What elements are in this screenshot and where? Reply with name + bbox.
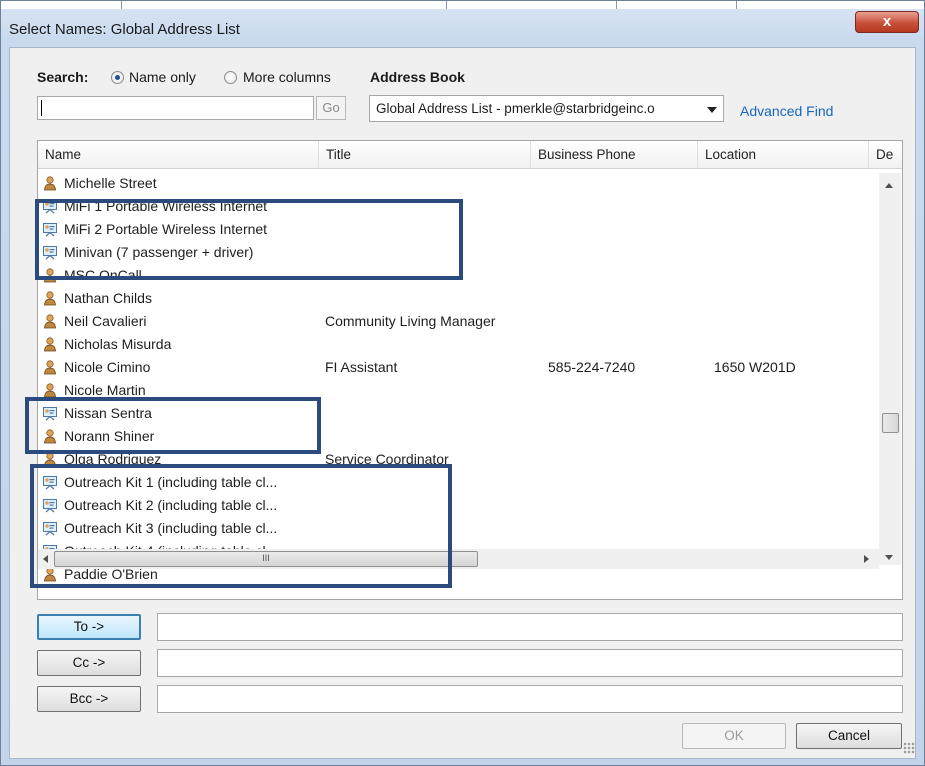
radio-name-only-label[interactable]: Name only bbox=[129, 69, 196, 85]
row-name: Neil Cavalieri bbox=[64, 313, 147, 329]
column-header-title[interactable]: Title bbox=[319, 141, 531, 168]
list-item[interactable]: Neil Cavalieri Community Living Manager bbox=[38, 310, 878, 333]
bcc-field[interactable] bbox=[157, 685, 903, 713]
list-item[interactable]: Nicole Cimino FI Assistant 585-224-7240 165… bbox=[38, 356, 878, 379]
column-header-business-phone[interactable]: Business Phone bbox=[531, 141, 698, 168]
row-title: Community Living Manager bbox=[325, 313, 496, 329]
address-book-selected: Global Address List - pmerkle@starbridge… bbox=[376, 101, 655, 116]
list-item[interactable]: Nicholas Misurda bbox=[38, 333, 878, 356]
cancel-button[interactable]: Cancel bbox=[796, 723, 902, 749]
row-title: FI Assistant bbox=[325, 359, 398, 375]
bcc-button[interactable]: Bcc -> bbox=[37, 686, 141, 712]
highlight-box-nissan-norann bbox=[25, 397, 321, 454]
radio-name-only[interactable] bbox=[111, 71, 124, 84]
row-name: Nicole Cimino bbox=[64, 359, 151, 375]
scroll-right-icon[interactable] bbox=[864, 555, 869, 563]
person-contact-icon bbox=[42, 176, 58, 191]
select-names-dialog: Select Names: Global Address List x Sear… bbox=[0, 0, 925, 766]
vertical-scrollbar[interactable] bbox=[879, 173, 901, 565]
go-button[interactable]: Go bbox=[316, 96, 346, 120]
cc-button[interactable]: Cc -> bbox=[37, 650, 141, 676]
person-contact-icon bbox=[42, 360, 58, 375]
title-bar[interactable]: Select Names: Global Address List x bbox=[1, 1, 924, 41]
person-contact-icon bbox=[42, 291, 58, 306]
column-header-department[interactable]: De bbox=[869, 141, 902, 168]
address-book-dropdown[interactable]: Global Address List - pmerkle@starbridge… bbox=[369, 95, 724, 122]
radio-more-columns[interactable] bbox=[224, 71, 237, 84]
vertical-scroll-thumb[interactable] bbox=[882, 413, 899, 433]
radio-more-columns-label[interactable]: More columns bbox=[243, 69, 331, 85]
column-header-row: Name Title Business Phone Location De bbox=[38, 141, 902, 169]
person-contact-icon bbox=[42, 337, 58, 352]
row-name: Nicholas Misurda bbox=[64, 336, 172, 352]
window-title: Select Names: Global Address List bbox=[9, 21, 240, 38]
column-header-location[interactable]: Location bbox=[698, 141, 869, 168]
highlight-box-mifi-minivan bbox=[35, 199, 463, 280]
row-name: Nathan Childs bbox=[64, 290, 152, 306]
text-caret bbox=[41, 100, 42, 116]
scroll-up-icon[interactable] bbox=[885, 183, 893, 188]
list-item[interactable]: Nathan Childs bbox=[38, 287, 878, 310]
advanced-find-link[interactable]: Advanced Find bbox=[740, 103, 833, 119]
ok-button[interactable]: OK bbox=[682, 723, 786, 749]
scroll-down-icon[interactable] bbox=[885, 555, 893, 560]
chevron-down-icon bbox=[707, 107, 717, 113]
resize-grip-icon[interactable] bbox=[903, 742, 915, 754]
to-field[interactable] bbox=[157, 613, 903, 641]
address-book-label: Address Book bbox=[370, 69, 465, 85]
person-contact-icon bbox=[42, 383, 58, 398]
search-label: Search: bbox=[37, 69, 89, 85]
person-contact-icon bbox=[42, 314, 58, 329]
row-name: Michelle Street bbox=[64, 175, 157, 191]
highlight-box-outreach-kits bbox=[30, 464, 452, 588]
cc-field[interactable] bbox=[157, 649, 903, 677]
row-location: 1650 W201D bbox=[714, 359, 796, 375]
background-window-strip bbox=[1, 1, 924, 9]
column-header-name[interactable]: Name bbox=[38, 141, 319, 168]
row-business-phone: 585-224-7240 bbox=[548, 359, 636, 375]
search-input[interactable] bbox=[37, 96, 314, 120]
close-button[interactable]: x bbox=[855, 11, 919, 33]
to-button[interactable]: To -> bbox=[37, 614, 141, 640]
list-item[interactable]: Michelle Street bbox=[38, 172, 878, 195]
